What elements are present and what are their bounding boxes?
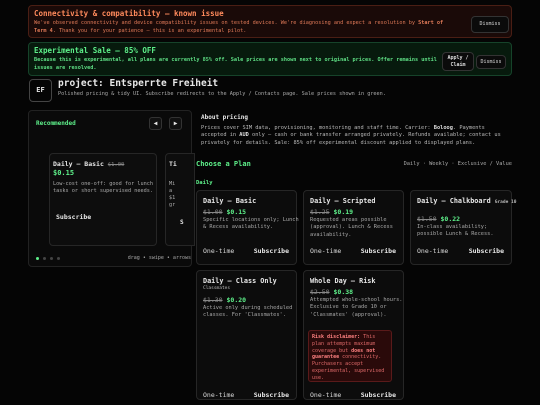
plan-term: One-time xyxy=(310,391,342,399)
plan-tag: Classmates xyxy=(203,286,231,291)
compatibility-banner-text: We've observed connectivity and device c… xyxy=(34,20,444,34)
subscribe-button[interactable]: Subscribe xyxy=(254,247,289,255)
subscribe-button[interactable]: Subscribe xyxy=(361,247,396,255)
plan-term: One-time xyxy=(203,247,235,255)
plan-name: Daily — Basic xyxy=(203,197,257,205)
plan-price: $1.25 $0.19 xyxy=(310,208,354,216)
recommended-subscribe-button[interactable]: S xyxy=(180,219,184,226)
carousel-next-button[interactable]: ▶ xyxy=(169,117,182,130)
sale-banner-title: Experimental Sale — 85% OFF xyxy=(34,46,156,55)
carousel-dot-active[interactable] xyxy=(36,257,39,260)
dismiss-compatibility-button[interactable]: Dismiss xyxy=(471,16,509,33)
recommended-label: Recommended xyxy=(36,120,76,127)
subscribe-button[interactable]: Subscribe xyxy=(254,391,289,399)
plan-filters[interactable]: Daily · Weekly · Exclusive / Value xyxy=(404,161,512,167)
sale-banner-text: Because this is experimental, all plans … xyxy=(34,57,437,71)
plan-description: Specific locations only; Lunch & Recess … xyxy=(203,217,299,231)
logo: EF xyxy=(29,79,52,102)
risk-disclaimer: Risk disclaimer: This plan attempts maxi… xyxy=(308,330,392,382)
plan-price: $1.30 $0.20 xyxy=(203,296,247,304)
plan-card-daily-basic: Daily — Basic $1.00 $0.15 Specific locat… xyxy=(196,190,299,265)
plan-name: Daily — Scripted xyxy=(310,197,376,205)
section-daily-label: Daily xyxy=(196,180,213,186)
about-pricing-title: About pricing xyxy=(201,114,248,121)
plan-name: Daily — Class Only xyxy=(203,277,277,285)
plan-term: One-time xyxy=(310,247,342,255)
subscribe-button[interactable]: Subscribe xyxy=(469,247,504,255)
recommended-card-name: Daily — Basic $1.00 xyxy=(53,160,125,168)
plan-name: Daily — Chalkboard Grade 10 xyxy=(417,197,517,205)
plan-card-daily-class-only: Daily — Class Only Classmates $1.30 $0.2… xyxy=(196,270,297,400)
carousel-dot[interactable] xyxy=(50,257,53,260)
carousel-prev-button[interactable]: ◀ xyxy=(149,117,162,130)
recommended-card-description: Low-cost one-off: good for lunch tasks o… xyxy=(53,181,153,194)
plan-description: Attempted whole-school hours. Exclusive … xyxy=(310,297,403,318)
recommended-card-description: Mi a $1 gr xyxy=(169,181,176,208)
plan-price: $1.00 $0.15 xyxy=(203,208,247,216)
recommended-subscribe-button[interactable]: Subscribe xyxy=(56,213,91,221)
plan-term: One-time xyxy=(417,247,449,255)
carousel-dot[interactable] xyxy=(57,257,60,260)
apply-claim-button[interactable]: Apply / Claim xyxy=(442,52,474,71)
plan-name: Whole Day — Risk xyxy=(310,277,376,285)
compatibility-banner-title: Connectivity & compatibility — known iss… xyxy=(34,9,224,18)
compatibility-banner: Connectivity & compatibility — known iss… xyxy=(28,5,512,38)
plan-price: $2.50 $0.38 xyxy=(310,288,354,296)
plan-card-daily-chalkboard: Daily — Chalkboard Grade 10 $1.50 $0.22 … xyxy=(410,190,516,265)
plan-card-whole-day-risk: Whole Day — Risk $2.50 $0.38 Attempted w… xyxy=(303,270,404,400)
about-pricing-text: Prices cover SIM data, provisioning, mon… xyxy=(201,125,501,146)
plan-card-daily-scripted: Daily — Scripted $1.25 $0.19 Requested a… xyxy=(303,190,404,265)
plan-description: In-class availability; possible Lunch & … xyxy=(417,224,494,238)
recommended-card-sale-price: $0.15 xyxy=(53,169,75,177)
recommended-card-daily-basic[interactable]: Daily — Basic $1.00 $0.15 Low-cost one-o… xyxy=(49,153,157,246)
page-subtitle: Polished pricing & tidy UI. Subscribe re… xyxy=(58,91,386,97)
recommended-card-name: Ti xyxy=(169,160,177,168)
plan-description: Requested areas possible (approval). Lun… xyxy=(310,217,393,238)
carousel-dot[interactable] xyxy=(43,257,46,260)
choose-plan-title: Choose a Plan xyxy=(196,160,251,168)
plan-description: Active only during scheduled classes. Fo… xyxy=(203,305,293,319)
recommended-carousel: Recommended ◀ ▶ Daily — Basic $1.00 $0.1… xyxy=(28,110,195,267)
recommended-card-partial[interactable]: Ti Mi a $1 gr S xyxy=(165,153,195,246)
dismiss-sale-button[interactable]: Dismiss xyxy=(476,55,506,69)
page-title: project: Entsperrte Freiheit xyxy=(58,78,219,89)
carousel-hint: drag • swipe • arrows xyxy=(127,255,191,261)
plan-term: One-time xyxy=(203,391,235,399)
subscribe-button[interactable]: Subscribe xyxy=(361,391,396,399)
plan-price: $1.50 $0.22 xyxy=(417,215,461,223)
sale-banner: Experimental Sale — 85% OFF Because this… xyxy=(28,42,512,76)
